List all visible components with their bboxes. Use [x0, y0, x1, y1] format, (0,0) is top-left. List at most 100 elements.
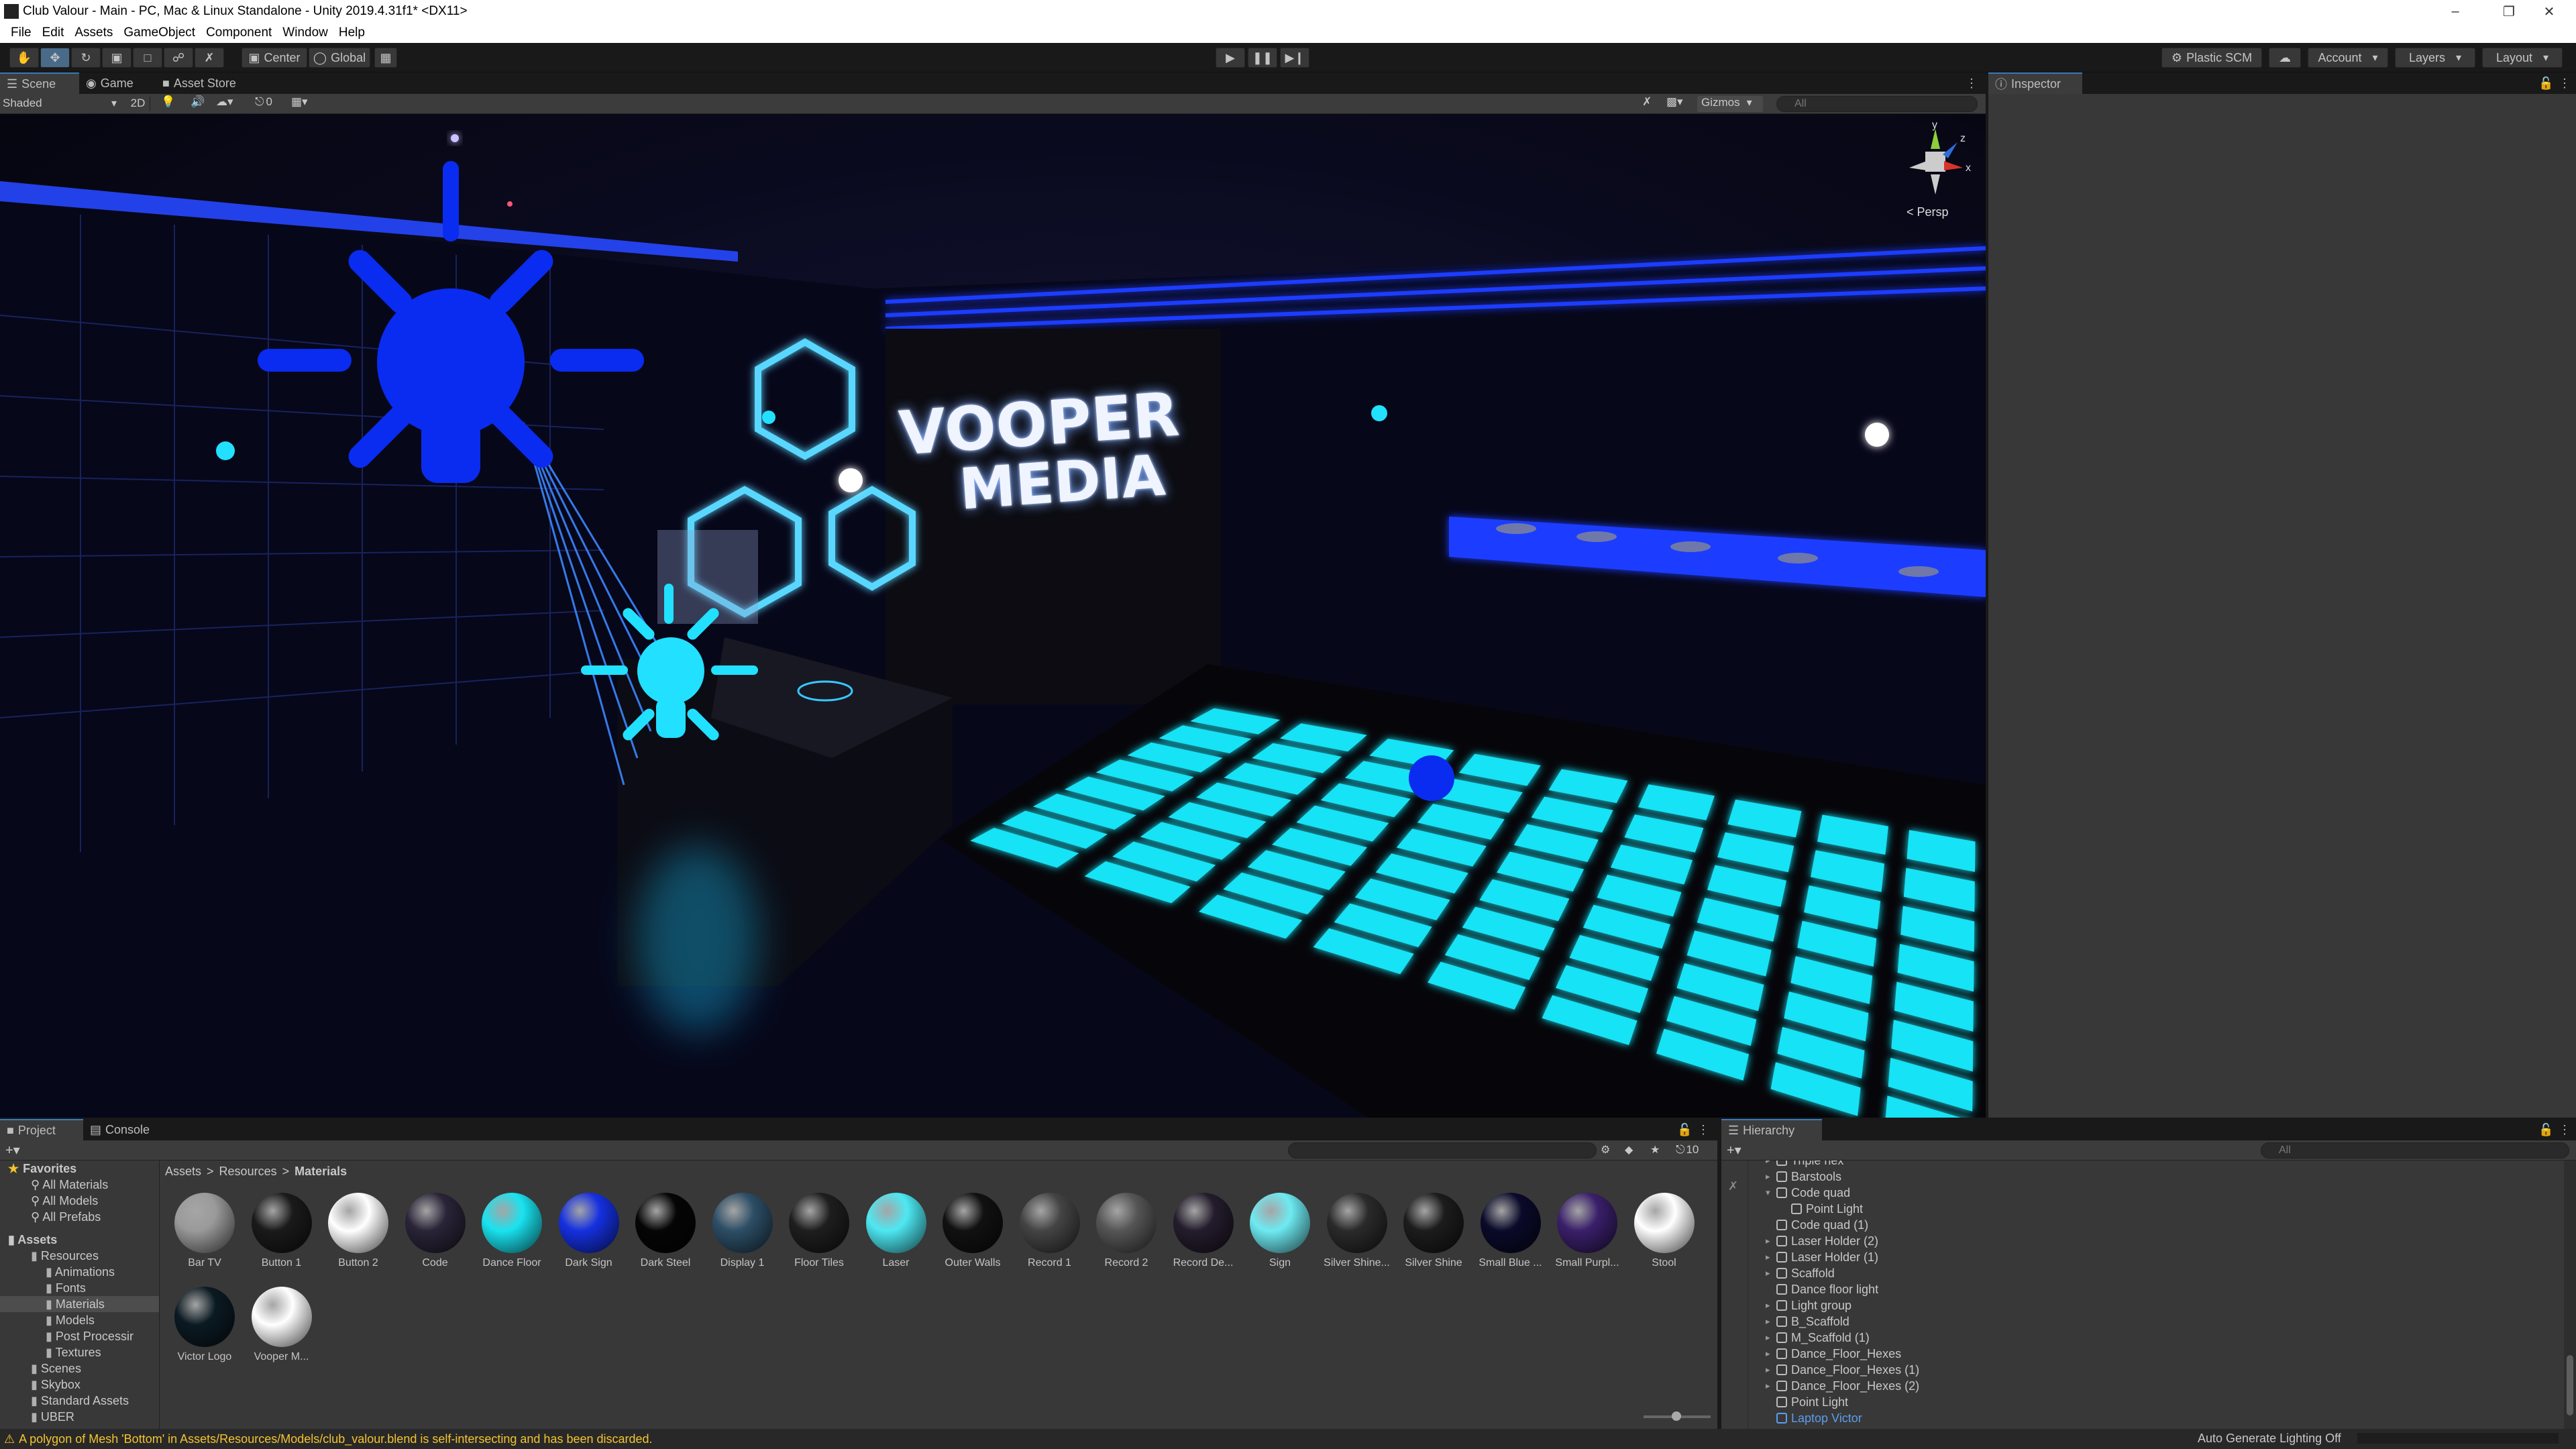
audio-toggle-icon[interactable]: 🔊 [191, 95, 205, 109]
breadcrumb-assets[interactable]: Assets [165, 1165, 201, 1179]
folder-item[interactable]: ▮ Post Processir [0, 1328, 159, 1344]
create-add-icon[interactable]: +▾ [5, 1142, 20, 1159]
layout-dropdown[interactable]: Layout [2482, 48, 2563, 68]
tools-icon[interactable]: ✗ [1642, 95, 1652, 109]
folder-item[interactable]: ▮ Models [0, 1312, 159, 1328]
tab-asset-store[interactable]: ■ Asset Store [156, 72, 263, 94]
hidden-objects-toggle[interactable]: ⎋ 0 [255, 95, 272, 109]
folder-item[interactable]: ▮ Scenes [0, 1360, 159, 1377]
material-asset[interactable]: Silver Shine [1397, 1193, 1470, 1269]
hierarchy-menu-icon[interactable]: ⋮ [2552, 1119, 2572, 1140]
material-asset[interactable]: Button 2 [321, 1193, 395, 1269]
move-tool-icon[interactable]: ✥ [40, 48, 70, 68]
camera-icon[interactable]: ▩▾ [1666, 95, 1683, 109]
material-asset[interactable]: Record 1 [1013, 1193, 1087, 1269]
rotate-tool-icon[interactable]: ↻ [71, 48, 101, 68]
hierarchy-item[interactable]: ▸ M_Scaffold (1) [1751, 1330, 2563, 1346]
hierarchy-lock-icon[interactable]: 🔓 [2532, 1119, 2553, 1140]
step-icon[interactable]: ▶❙ [1280, 48, 1309, 68]
grid-toggle-icon[interactable]: ▦▾ [291, 95, 308, 109]
material-asset[interactable]: Small Blue ... [1474, 1193, 1548, 1269]
gizmos-dropdown[interactable]: Gizmos [1697, 96, 1763, 112]
hierarchy-item[interactable]: ▸ Dance_Floor_Hexes [1751, 1346, 2563, 1362]
hierarchy-item[interactable]: Laptop Victor [1751, 1410, 2563, 1426]
expand-arrow-icon[interactable]: ▸ [1766, 1249, 1776, 1265]
favorite-item[interactable]: ⚲ All Materials [0, 1177, 159, 1193]
hierarchy-search-input[interactable]: All [2261, 1142, 2569, 1159]
material-asset[interactable]: Victor Logo [168, 1287, 241, 1363]
icon-size-slider[interactable] [1644, 1411, 1711, 1421]
minimize-icon[interactable]: – [2428, 0, 2482, 23]
project-menu-icon[interactable]: ⋮ [1690, 1119, 1711, 1140]
folder-item[interactable]: ▮ Resources [0, 1248, 159, 1264]
pivot-global-button[interactable]: ◯ Global [309, 48, 370, 68]
slider-handle[interactable] [1672, 1411, 1681, 1421]
menu-gameobject[interactable]: GameObject [118, 25, 201, 40]
expand-arrow-icon[interactable]: ▸ [1766, 1330, 1776, 1346]
breadcrumb-resources[interactable]: Resources [219, 1165, 277, 1179]
cloud-icon[interactable]: ☁ [2269, 48, 2301, 68]
project-search-input[interactable] [1288, 1142, 1597, 1159]
tab-scene[interactable]: ☰ Scene [0, 72, 79, 94]
close-icon[interactable]: ✕ [2522, 0, 2576, 23]
hierarchy-item[interactable]: ▸ Scaffold [1751, 1265, 2563, 1281]
material-asset[interactable]: Dark Steel [629, 1193, 702, 1269]
rect-tool-icon[interactable]: □ [133, 48, 162, 68]
expand-arrow-icon[interactable]: ▸ [1766, 1233, 1776, 1249]
scale-tool-icon[interactable]: ▣ [102, 48, 131, 68]
expand-arrow-icon[interactable]: ▸ [1766, 1362, 1776, 1378]
pivot-center-button[interactable]: ▣ Center [241, 48, 307, 68]
shading-dropdown[interactable]: Shaded [3, 97, 117, 111]
material-asset[interactable]: Record De... [1167, 1193, 1240, 1269]
hierarchy-item[interactable]: Point Light [1751, 1394, 2563, 1410]
hand-tool-icon[interactable]: ✋ [9, 48, 39, 68]
projection-toggle[interactable]: < Persp [1907, 205, 1949, 219]
material-asset[interactable]: Small Purpl... [1550, 1193, 1624, 1269]
filter-type-icon[interactable]: ⚙ [1601, 1143, 1610, 1157]
scene-menu-icon[interactable]: ⋮ [1959, 72, 1986, 94]
material-asset[interactable]: Sign [1243, 1193, 1317, 1269]
plastic-scm-button[interactable]: ⚙ Plastic SCM [2161, 48, 2262, 68]
lighting-toggle-icon[interactable]: 💡 [161, 95, 175, 109]
account-dropdown[interactable]: Account [2308, 48, 2388, 68]
hierarchy-scrollbar[interactable] [2564, 1161, 2576, 1429]
menu-assets[interactable]: Assets [69, 25, 118, 40]
expand-arrow-icon[interactable]: ▸ [1766, 1378, 1776, 1394]
grid-snap-icon[interactable]: ▦ [374, 48, 397, 68]
project-lock-icon[interactable]: 🔓 [1670, 1119, 1692, 1140]
layers-dropdown[interactable]: Layers [2395, 48, 2475, 68]
folder-item[interactable]: ▮ Materials [0, 1296, 159, 1312]
pause-icon[interactable]: ❚❚ [1248, 48, 1277, 68]
material-asset[interactable]: Bar TV [168, 1193, 241, 1269]
folder-item[interactable]: ▮ Skybox [0, 1377, 159, 1393]
material-asset[interactable]: Vooper M... [245, 1287, 319, 1363]
menu-window[interactable]: Window [277, 25, 333, 40]
transform-tool-icon[interactable]: ☍ [164, 48, 193, 68]
hierarchy-item[interactable]: Code quad (1) [1751, 1217, 2563, 1233]
folder-item[interactable]: ▮ Animations [0, 1264, 159, 1280]
expand-arrow-icon[interactable]: ▸ [1766, 1265, 1776, 1281]
2d-toggle[interactable]: 2D [126, 97, 150, 111]
hierarchy-item[interactable]: ▸ Dance_Floor_Hexes (1) [1751, 1362, 2563, 1378]
tab-console[interactable]: ▤ Console [83, 1119, 166, 1140]
material-asset[interactable]: Dark Sign [552, 1193, 626, 1269]
material-asset[interactable]: Floor Tiles [782, 1193, 856, 1269]
hierarchy-item[interactable]: ▸Triple hex [1751, 1161, 2563, 1169]
lock-icon[interactable]: 🔓 [2532, 72, 2553, 94]
menu-file[interactable]: File [5, 25, 37, 40]
menu-edit[interactable]: Edit [37, 25, 70, 40]
folder-item[interactable]: ▮ Standard Assets [0, 1393, 159, 1409]
hierarchy-add-icon[interactable]: +▾ [1727, 1142, 1741, 1159]
hierarchy-item[interactable]: ▸ Dance_Floor_Hexes (2) [1751, 1378, 2563, 1394]
favorite-star-icon[interactable]: ★ [1650, 1143, 1660, 1157]
folder-item[interactable]: ▮ UBER [0, 1409, 159, 1425]
menu-component[interactable]: Component [201, 25, 277, 40]
material-asset[interactable]: Button 1 [245, 1193, 319, 1269]
material-asset[interactable]: Display 1 [706, 1193, 780, 1269]
hierarchy-item[interactable]: ▸ B_Scaffold [1751, 1313, 2563, 1330]
expand-arrow-icon[interactable]: ▾ [1766, 1185, 1776, 1201]
material-asset[interactable]: Silver Shine... [1320, 1193, 1394, 1269]
hierarchy-item[interactable]: ▸ Laser Holder (1) [1751, 1249, 2563, 1265]
hierarchy-scroll-thumb[interactable] [2567, 1355, 2573, 1415]
material-asset[interactable]: Code [398, 1193, 472, 1269]
